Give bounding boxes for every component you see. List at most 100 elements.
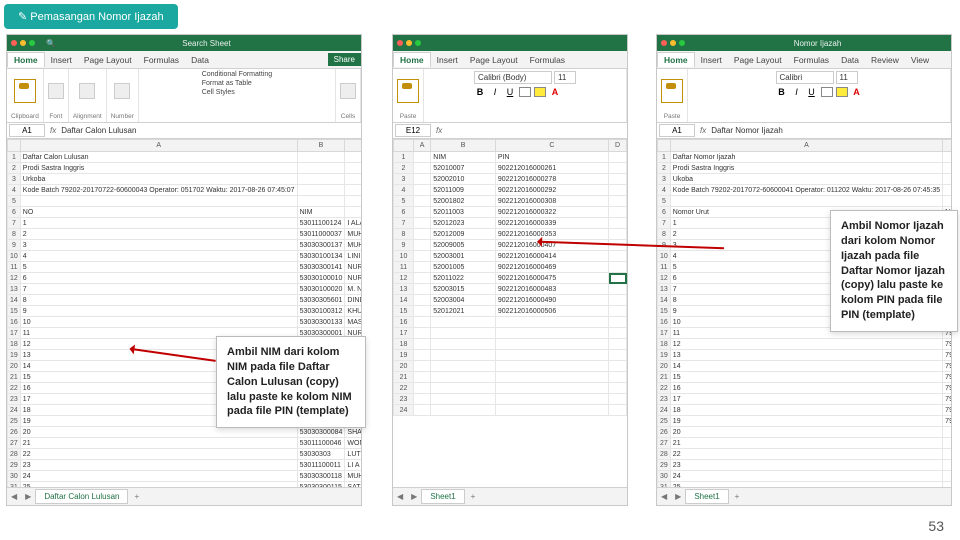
cells-icon[interactable]	[340, 83, 356, 99]
format-as-table[interactable]: Format as Table	[202, 80, 252, 87]
align-icon[interactable]	[79, 83, 95, 99]
bold-button[interactable]: B	[474, 87, 486, 97]
group-cells: Cells	[341, 113, 355, 120]
sheet-nav-next[interactable]: ▶	[671, 492, 685, 501]
font-select[interactable]: Calibri (Body)	[474, 71, 552, 84]
zoom-icon[interactable]	[29, 40, 35, 46]
sheet-nav-prev[interactable]: ◀	[393, 492, 407, 501]
sheet-tabs: ◀ ▶ Sheet1 +	[393, 487, 627, 505]
menu-bar: Home Insert Page Layout Formulas Data Sh…	[7, 51, 361, 69]
close-icon[interactable]	[661, 40, 667, 46]
underline-button[interactable]: U	[806, 87, 818, 97]
name-box[interactable]: A1	[9, 124, 45, 137]
page-number: 53	[928, 518, 944, 534]
paste-icon[interactable]	[397, 79, 419, 103]
fx-icon[interactable]: fx	[47, 126, 59, 135]
sheet-nav-prev[interactable]: ◀	[7, 492, 21, 501]
ribbon: Clipboard Font Alignment Number Conditio…	[7, 69, 361, 123]
zoom-icon[interactable]	[415, 40, 421, 46]
font-select[interactable]: Calibri	[776, 71, 834, 84]
ribbon: Paste Calibri 11 B I U A	[657, 69, 951, 123]
tab-insert[interactable]: Insert	[695, 53, 728, 67]
group-clipboard: Clipboard	[11, 113, 39, 120]
paste-icon[interactable]	[661, 79, 683, 103]
tab-review[interactable]: Review	[865, 53, 905, 67]
minimize-icon[interactable]	[20, 40, 26, 46]
sheet-grid[interactable]: ABCDEF1Daftar Calon Lulusan2Prodi Sastra…	[7, 139, 361, 487]
font-size[interactable]: 11	[836, 71, 858, 84]
share-button[interactable]: Share	[328, 53, 361, 66]
tab-data[interactable]: Data	[185, 53, 215, 67]
number-icon[interactable]	[114, 83, 130, 99]
formula-bar: E12 fx	[393, 123, 627, 139]
menu-bar: Home Insert Page Layout Formulas Data Re…	[657, 51, 951, 69]
tab-insert[interactable]: Insert	[45, 53, 78, 67]
tab-view[interactable]: View	[905, 53, 935, 67]
group-paste: Paste	[664, 113, 681, 120]
add-sheet-button[interactable]: +	[729, 492, 746, 501]
formula-bar: A1 fx Daftar Nomor Ijazah	[657, 123, 951, 139]
page-title-tab: ✎ Pemasangan Nomor Ijazah	[4, 4, 178, 29]
group-paste: Paste	[400, 113, 417, 120]
cell-styles[interactable]: Cell Styles	[202, 89, 235, 96]
search-sheet[interactable]: Search Sheet	[182, 39, 230, 48]
tab-page-layout[interactable]: Page Layout	[464, 53, 524, 67]
sheet-tabs: ◀ ▶ Daftar Calon Lulusan +	[7, 487, 361, 505]
italic-button[interactable]: I	[489, 87, 501, 97]
sheet-tab-name[interactable]: Daftar Calon Lulusan	[35, 489, 128, 504]
font-icon[interactable]	[48, 83, 64, 99]
formula-value[interactable]: Daftar Nomor Ijazah	[709, 126, 951, 135]
fill-color[interactable]	[836, 87, 848, 97]
paste-icon[interactable]	[14, 79, 36, 103]
sheet-nav-next[interactable]: ▶	[407, 492, 421, 501]
tab-home[interactable]: Home	[7, 52, 45, 67]
tab-formulas[interactable]: Formulas	[788, 53, 835, 67]
minimize-icon[interactable]	[670, 40, 676, 46]
callout-left: Ambil NIM dari kolom NIM pada file Dafta…	[216, 336, 366, 428]
add-sheet-button[interactable]: +	[128, 492, 145, 501]
sheet-nav-next[interactable]: ▶	[21, 492, 35, 501]
tab-insert[interactable]: Insert	[431, 53, 464, 67]
group-alignment: Alignment	[73, 113, 102, 120]
formula-value[interactable]: Daftar Calon Lulusan	[59, 126, 361, 135]
excel-window-center: Home Insert Page Layout Formulas Paste C…	[392, 34, 628, 506]
underline-button[interactable]: U	[504, 87, 516, 97]
add-sheet-button[interactable]: +	[465, 492, 482, 501]
tab-formulas[interactable]: Formulas	[138, 53, 185, 67]
fill-color[interactable]	[534, 87, 546, 97]
excel-window-left: 🔍 Search Sheet Home Insert Page Layout F…	[6, 34, 362, 506]
sheet-tabs: ◀ ▶ Sheet1 +	[657, 487, 951, 505]
font-color[interactable]: A	[851, 87, 863, 97]
minimize-icon[interactable]	[406, 40, 412, 46]
font-color[interactable]: A	[549, 87, 561, 97]
callout-right: Ambil Nomor Ijazah dari kolom Nomor Ijaz…	[830, 210, 958, 332]
tab-page-layout[interactable]: Page Layout	[728, 53, 788, 67]
close-icon[interactable]	[11, 40, 17, 46]
border-button[interactable]	[519, 87, 531, 97]
tab-formulas[interactable]: Formulas	[524, 53, 571, 67]
tab-home[interactable]: Home	[657, 52, 695, 67]
sheet-nav-prev[interactable]: ◀	[657, 492, 671, 501]
italic-button[interactable]: I	[791, 87, 803, 97]
tab-page-layout[interactable]: Page Layout	[78, 53, 138, 67]
conditional-formatting[interactable]: Conditional Formatting	[202, 71, 272, 78]
sheet-grid[interactable]: ABCD1NIMPIN25201000790221201600026135200…	[393, 139, 627, 487]
sheet-tab-name[interactable]: Sheet1	[685, 489, 728, 504]
ribbon: Paste Calibri (Body) 11 B I U A	[393, 69, 627, 123]
zoom-icon[interactable]	[679, 40, 685, 46]
bold-button[interactable]: B	[776, 87, 788, 97]
titlebar	[393, 35, 627, 51]
group-number: Number	[111, 113, 134, 120]
font-size[interactable]: 11	[554, 71, 576, 84]
name-box[interactable]: A1	[659, 124, 695, 137]
titlebar: 🔍 Search Sheet	[7, 35, 361, 51]
border-button[interactable]	[821, 87, 833, 97]
titlebar: Nomor Ijazah	[657, 35, 951, 51]
close-icon[interactable]	[397, 40, 403, 46]
tab-data[interactable]: Data	[835, 53, 865, 67]
fx-icon[interactable]: fx	[697, 126, 709, 135]
tab-home[interactable]: Home	[393, 52, 431, 67]
name-box[interactable]: E12	[395, 124, 431, 137]
sheet-tab-name[interactable]: Sheet1	[421, 489, 464, 504]
fx-icon[interactable]: fx	[433, 126, 445, 135]
